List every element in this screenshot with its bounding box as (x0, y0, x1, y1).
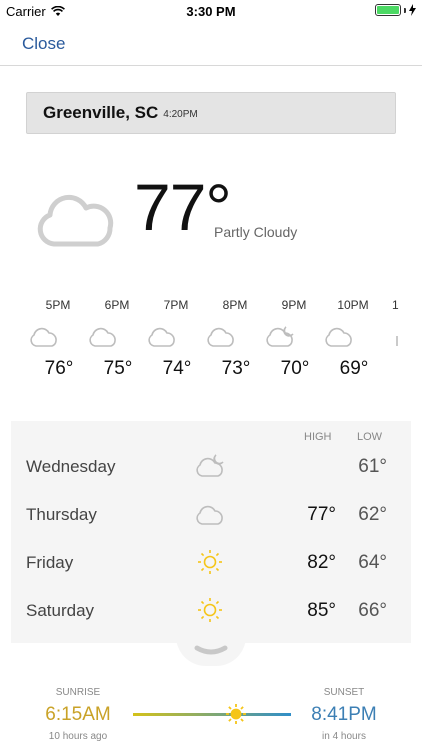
hour-temp: 76° (44, 358, 74, 379)
cloud-moon-icon (266, 326, 294, 347)
hour-label: 9PM (281, 298, 307, 312)
cloud-icon (207, 327, 234, 347)
hour-label: 5PM (45, 298, 71, 312)
hourly-item: 1 (387, 298, 422, 358)
daily-row[interactable]: Thursday 77° 62° (11, 491, 411, 539)
cloud-moon-icon (196, 454, 224, 477)
sun-icon (198, 550, 222, 574)
hourly-item: 7PM 74° (148, 298, 209, 380)
sunrise-label: SUNRISE (55, 687, 101, 698)
day-name: Wednesday (26, 457, 116, 476)
hour-temp: 75° (103, 358, 133, 379)
cloud-icon (325, 327, 352, 347)
status-time: 3:30 PM (186, 4, 236, 19)
sun-position-icon (225, 704, 246, 724)
close-button[interactable]: Close (22, 34, 65, 54)
sun-icon (198, 598, 222, 622)
hour-label: 1 (392, 298, 399, 312)
sunrise-ago: 10 hours ago (48, 731, 108, 742)
current-condition: Partly Cloudy (214, 224, 298, 240)
day-name: Thursday (26, 505, 97, 524)
day-low: 61° (358, 456, 387, 477)
daily-row[interactable]: Wednesday 61° (11, 443, 411, 491)
day-name: Saturday (26, 601, 95, 620)
hourly-item: 9PM 70° (266, 298, 327, 380)
cloud-icon (30, 327, 57, 347)
nav-bar: Close (0, 22, 422, 66)
location-name: Greenville, SC (43, 103, 159, 122)
sunset-time: 8:41PM (311, 704, 377, 725)
daily-row[interactable]: Friday 82° 64° (11, 539, 411, 587)
daylight-track (133, 713, 291, 716)
sunset-in: in 4 hours (322, 731, 366, 742)
expand-handle[interactable] (176, 636, 246, 666)
hourly-item: 6PM 75° (89, 298, 150, 380)
day-low: 66° (358, 600, 387, 621)
day-high: 77° (307, 504, 336, 525)
status-right (375, 4, 416, 16)
low-header: LOW (357, 431, 383, 443)
high-header: HIGH (304, 431, 332, 443)
daily-row[interactable]: Saturday 85° 66° (11, 587, 411, 635)
hour-label: 8PM (222, 298, 248, 312)
hour-label: 7PM (163, 298, 189, 312)
sunrise-time: 6:15AM (45, 704, 111, 725)
sunset-label: SUNSET (323, 687, 365, 698)
cloud-icon (37, 194, 114, 247)
hourly-item: 10PM 69° (325, 298, 386, 380)
day-high: 85° (307, 600, 336, 621)
battery-fill (377, 6, 399, 14)
day-low: 62° (358, 504, 387, 525)
battery-cap (404, 7, 406, 13)
hourly-item: 5PM 76° (30, 298, 91, 380)
hour-temp: 70° (280, 358, 310, 379)
day-name: Friday (26, 553, 74, 572)
battery-icon (375, 4, 401, 16)
chevron-down-icon (194, 645, 228, 655)
charging-icon (409, 4, 416, 16)
cloud-icon (148, 327, 175, 347)
cloud-icon (396, 336, 398, 346)
status-bar: Carrier 3:30 PM (0, 0, 422, 22)
cloud-icon (89, 327, 116, 347)
location-bar[interactable]: Greenville, SC 4:20PM (26, 92, 396, 134)
hour-temp: 73° (221, 358, 251, 379)
hour-label: 6PM (104, 298, 130, 312)
hourly-item: 8PM 73° (207, 298, 268, 380)
hour-temp: 69° (339, 358, 369, 379)
day-high: 82° (307, 552, 336, 573)
hourly-forecast[interactable]: 5PM 76° 6PM 75° 7PM 74° 8PM 73° 9PM 70° (0, 298, 422, 398)
hour-label: 10PM (337, 298, 369, 312)
cloud-icon (196, 505, 223, 525)
daily-forecast: HIGH LOW Wednesday 61° Thursday 77° 62° … (11, 421, 411, 643)
hour-temp: 74° (162, 358, 192, 379)
day-low: 64° (358, 552, 387, 573)
location-time: 4:20PM (163, 109, 198, 120)
